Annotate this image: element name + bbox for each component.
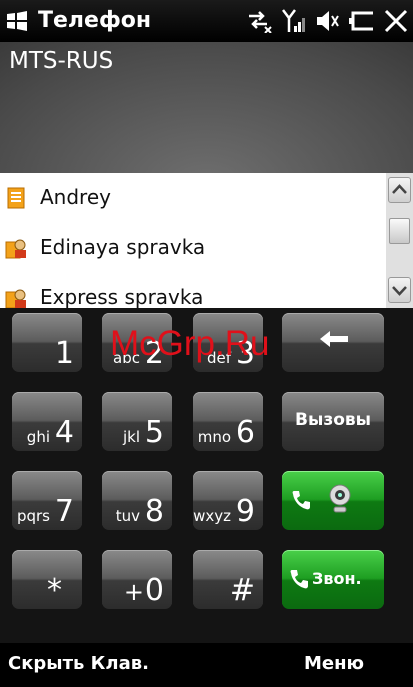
key-digit: #: [229, 573, 255, 608]
key-digit: 1: [54, 336, 74, 371]
key-letters: jkl: [122, 428, 140, 446]
close-icon[interactable]: [383, 8, 409, 34]
call-label: Звон.: [312, 569, 362, 588]
key-digit: 7: [54, 494, 74, 529]
left-softkey[interactable]: Скрыть Клав.: [8, 653, 149, 674]
status-icons: [245, 6, 409, 36]
chevron-up-icon: [392, 184, 407, 194]
dial-display: MTS-RUS: [0, 42, 413, 173]
key-digit: 3: [235, 336, 255, 371]
key-letters: wxyz: [193, 507, 231, 525]
carrier-name: MTS-RUS: [9, 48, 114, 74]
scroll-up-button[interactable]: [388, 177, 411, 203]
key-star[interactable]: *: [12, 550, 82, 609]
key-letters: def: [206, 349, 231, 367]
backspace-arrow-icon: [320, 331, 348, 347]
key-0[interactable]: + 0: [102, 550, 172, 609]
key-5[interactable]: jkl 5: [102, 392, 172, 451]
list-item[interactable]: Andrey: [0, 173, 386, 223]
contact-card-icon: [7, 187, 25, 209]
key-3[interactable]: def 3: [193, 313, 263, 372]
key-hash[interactable]: #: [193, 550, 263, 609]
softkey-bar: Скрыть Клав. Меню: [0, 643, 413, 687]
key-letters: tuv: [115, 507, 140, 525]
key-7[interactable]: pqrs 7: [12, 471, 82, 530]
key-letters: pqrs: [16, 507, 50, 525]
contact-name: Express spravka: [40, 285, 204, 308]
contact-name: Edinaya spravka: [40, 235, 206, 259]
key-letters: abc: [113, 349, 140, 367]
key-letters: +: [123, 578, 144, 606]
title-bar: Телефон: [0, 0, 413, 42]
windows-start-icon[interactable]: [6, 10, 28, 32]
scroll-thumb[interactable]: [389, 218, 410, 244]
contact-business-icon: [5, 239, 26, 259]
signal-strength-icon[interactable]: [281, 8, 307, 34]
list-item[interactable]: Edinaya spravka: [0, 223, 386, 273]
backspace-button[interactable]: [282, 313, 384, 372]
scroll-down-button[interactable]: [388, 277, 411, 303]
key-digit: 8: [144, 494, 164, 529]
volume-muted-icon[interactable]: [315, 8, 339, 34]
key-digit: 0: [144, 573, 164, 608]
contact-suggestions-list: Andrey Edinaya spravka Express spravka: [0, 173, 386, 308]
key-4[interactable]: ghi 4: [12, 392, 82, 451]
list-scrollbar[interactable]: [386, 173, 413, 308]
key-letters: mno: [197, 428, 231, 446]
key-digit: 4: [54, 415, 74, 450]
contact-business-icon: [5, 289, 26, 308]
video-call-button[interactable]: [282, 471, 384, 530]
call-button[interactable]: Звон.: [282, 550, 384, 609]
key-digit: 5: [144, 415, 164, 450]
key-digit: 6: [235, 415, 255, 450]
calls-log-label: Вызовы: [294, 410, 372, 430]
menu-softkey[interactable]: Меню: [304, 653, 364, 674]
battery-icon[interactable]: [347, 10, 375, 32]
contact-name: Andrey: [40, 185, 111, 209]
webcam-icon: [329, 484, 351, 513]
key-digit: 2: [144, 336, 164, 371]
key-2[interactable]: abc 2: [102, 313, 172, 372]
chevron-down-icon: [392, 286, 407, 296]
phone-handset-icon: [290, 570, 308, 589]
key-digit: 9: [235, 494, 255, 529]
key-8[interactable]: tuv 8: [102, 471, 172, 530]
calls-log-button[interactable]: Вызовы: [282, 392, 384, 451]
key-digit: *: [47, 573, 62, 608]
list-item[interactable]: Express spravka: [0, 273, 386, 308]
key-9[interactable]: wxyz 9: [193, 471, 263, 530]
dial-keypad: 1 abc 2 def 3 ghi 4 jkl 5 mno 6 Вызовы p…: [0, 308, 413, 643]
phone-handset-icon: [292, 491, 310, 510]
window-title: Телефон: [38, 8, 152, 33]
data-connection-icon[interactable]: [245, 9, 273, 33]
key-6[interactable]: mno 6: [193, 392, 263, 451]
key-letters: ghi: [26, 428, 50, 446]
key-1[interactable]: 1: [12, 313, 82, 372]
